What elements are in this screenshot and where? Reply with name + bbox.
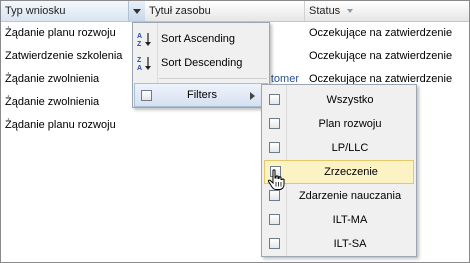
filter-option-hovered[interactable]: Zrzeczenie [264,160,414,184]
column-header-request-type[interactable]: Typ wniosku [1,1,145,21]
sort-ascending-item[interactable]: A Z Sort Ascending [133,27,269,51]
column-header-resource-title[interactable]: Tytuł zasobu [145,1,305,21]
menu-divider [159,78,267,79]
filter-option[interactable]: ILT-SA [262,232,416,256]
grid-header: Typ wniosku Tytuł zasobu Status [1,1,469,22]
chevron-right-icon [250,92,255,100]
svg-text:Z: Z [137,57,142,64]
filters-item[interactable]: Filters [134,83,268,107]
filter-checkbox[interactable] [269,118,280,129]
filter-option-label: Zrzeczenie [324,166,378,178]
filter-checkbox[interactable] [269,94,280,105]
filter-checkbox[interactable] [269,190,280,201]
filter-option[interactable]: Wszystko [262,88,416,112]
column-header-status-label: Status [309,5,341,17]
cell-status: Oczekujące na zatwierdzenie [309,50,453,62]
column-header-resource-title-label: Tytuł zasobu [149,5,211,17]
filter-checkbox[interactable] [269,238,280,249]
filters-label: Filters [187,89,217,101]
sort-ascending-icon: A Z [137,31,153,48]
sort-descending-item[interactable]: Z A Sort Descending [133,51,269,75]
filter-option-label: ILT-SA [333,238,367,250]
filter-option-label: Wszystko [326,94,374,106]
cell-request-type: Zatwierdzenie szkolenia [5,50,123,62]
cell-request-type: Żądanie planu rozwoju [5,119,116,131]
filter-option[interactable]: Plan rozwoju [262,112,416,136]
filter-option-label: LP/LLC [331,142,369,154]
sort-descending-label: Sort Descending [161,57,243,69]
filter-option[interactable]: LP/LLC [262,136,416,160]
cell-request-type: Żądanie zwolnienia [5,96,100,108]
cell-request-type: Żądanie zwolnienia [5,73,100,85]
sort-ascending-label: Sort Ascending [161,33,235,45]
svg-text:Z: Z [137,41,142,47]
chevron-down-icon [133,9,141,14]
filter-checkbox[interactable] [269,214,280,225]
filter-option-label: Plan rozwoju [318,118,382,130]
column-header-status[interactable]: Status [305,1,469,21]
sort-indicator-icon [347,9,354,14]
svg-text:A: A [137,65,142,71]
svg-text:A: A [137,33,142,40]
filter-option[interactable]: ILT-MA [262,208,416,232]
cell-request-type: Żądanie planu rozwoju [5,27,116,39]
cell-status: Oczekujące na zatwierdzenie [309,27,453,39]
column-menu: A Z Sort Ascending Z A Sort Descending F… [132,22,270,108]
filter-option-label: ILT-MA [332,214,368,226]
column-header-request-type-label: Typ wniosku [5,5,66,17]
sort-descending-icon: Z A [137,55,153,72]
filter-option[interactable]: Zdarzenie nauczania [262,184,416,208]
column-menu-trigger[interactable] [128,1,145,21]
grid-window: Typ wniosku Tytuł zasobu Status Żądanie … [0,0,470,263]
filter-checkbox[interactable] [269,142,280,153]
filters-checkbox[interactable] [141,90,152,101]
filter-option-label: Zdarzenie nauczania [298,190,402,202]
hand-pointer-icon [267,169,285,191]
